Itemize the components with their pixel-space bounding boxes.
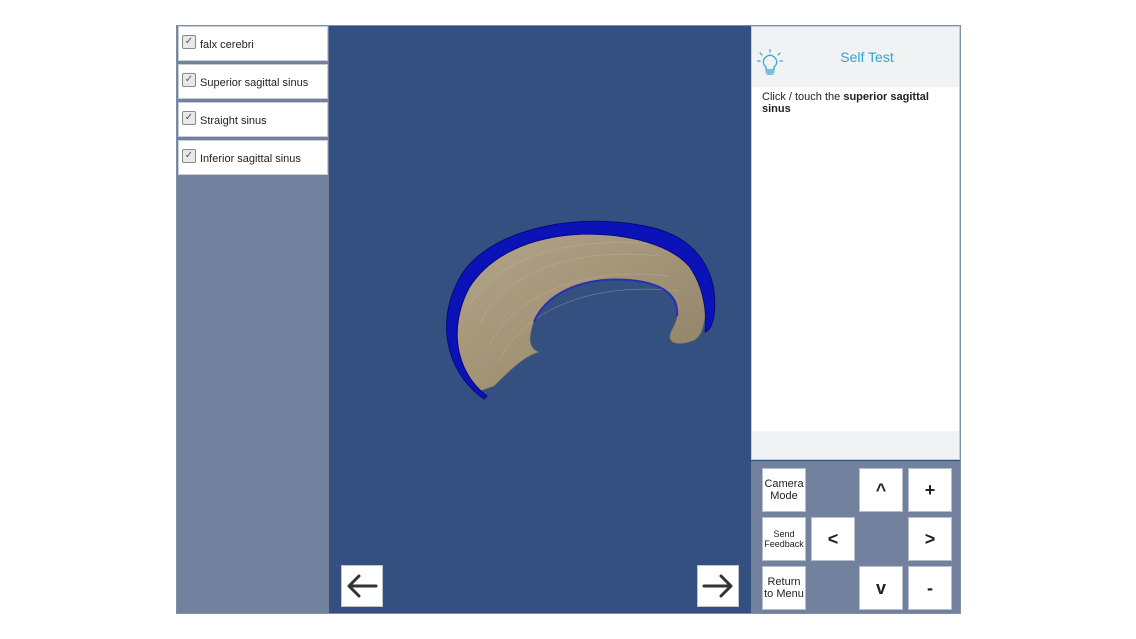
- rotate-up-button[interactable]: ^: [859, 468, 903, 512]
- arrow-right-icon: [702, 574, 733, 598]
- layer-checkbox[interactable]: ✓: [182, 35, 196, 49]
- self-test-header: Self Test: [752, 27, 959, 87]
- 3d-viewport[interactable]: [329, 26, 751, 613]
- camera-mode-button[interactable]: Camera Mode: [762, 468, 806, 512]
- return-to-menu-button[interactable]: Return to Menu: [762, 566, 806, 610]
- self-test-panel: Self Test Click / touch the superior sag…: [751, 26, 960, 460]
- zoom-in-button[interactable]: +: [908, 468, 952, 512]
- layer-item-superior-sagittal-sinus[interactable]: ✓ Superior sagittal sinus: [178, 64, 328, 99]
- rotate-down-button[interactable]: v: [859, 566, 903, 610]
- forward-button[interactable]: [697, 565, 739, 607]
- self-test-prompt: Click / touch the superior sagittal sinu…: [762, 91, 952, 115]
- self-test-footer: [752, 431, 959, 459]
- anatomy-app: ✓ falx cerebri ✓ Superior sagittal sinus…: [176, 25, 961, 614]
- rotate-left-button[interactable]: <: [811, 517, 855, 561]
- self-test-title: Self Test: [840, 49, 894, 65]
- layer-item-falx-cerebri[interactable]: ✓ falx cerebri: [178, 26, 328, 61]
- arrow-left-icon: [347, 574, 378, 598]
- back-button[interactable]: [341, 565, 383, 607]
- layer-label: falx cerebri: [200, 39, 254, 51]
- layer-checkbox[interactable]: ✓: [182, 73, 196, 87]
- layer-label: Inferior sagittal sinus: [200, 153, 301, 165]
- layer-item-inferior-sagittal-sinus[interactable]: ✓ Inferior sagittal sinus: [178, 140, 328, 175]
- prompt-prefix: Click / touch the: [762, 91, 844, 103]
- send-feedback-button[interactable]: Send Feedback: [762, 517, 806, 561]
- zoom-out-button[interactable]: -: [908, 566, 952, 610]
- layers-panel: ✓ falx cerebri ✓ Superior sagittal sinus…: [177, 26, 329, 613]
- layer-checkbox[interactable]: ✓: [182, 149, 196, 163]
- falx-cerebri-model[interactable]: [329, 26, 751, 613]
- lightbulb-icon: [757, 49, 783, 75]
- layer-label: Straight sinus: [200, 115, 267, 127]
- rotate-right-button[interactable]: >: [908, 517, 952, 561]
- camera-controls: Camera Mode Send Feedback Return to Menu…: [751, 461, 960, 613]
- layer-label: Superior sagittal sinus: [200, 77, 309, 89]
- layer-checkbox[interactable]: ✓: [182, 111, 196, 125]
- layer-item-straight-sinus[interactable]: ✓ Straight sinus: [178, 102, 328, 137]
